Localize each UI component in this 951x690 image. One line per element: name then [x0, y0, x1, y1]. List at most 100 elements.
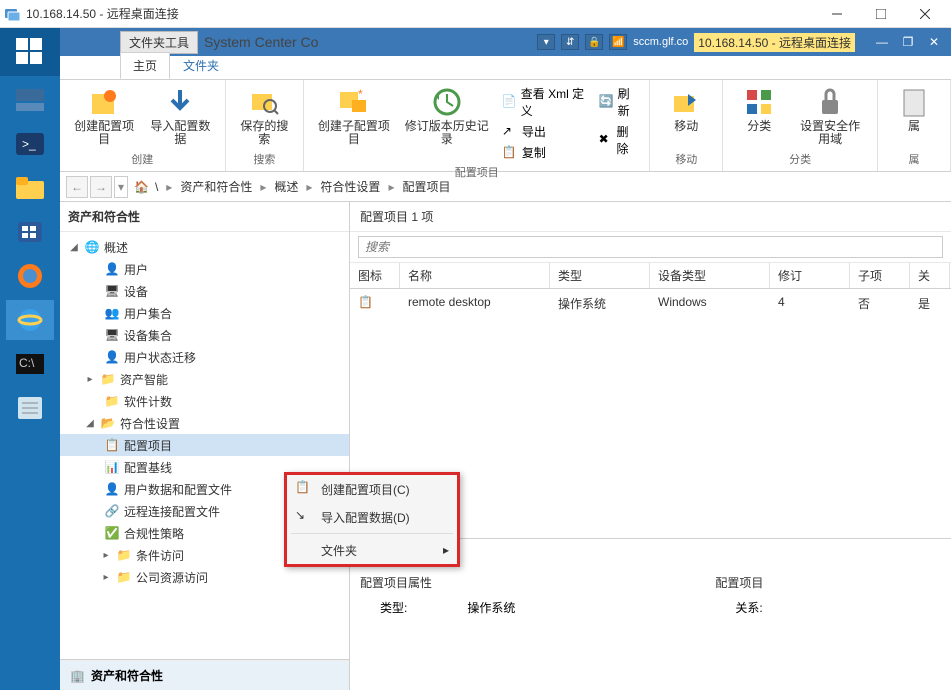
- tree-compliance[interactable]: ◢📂符合性设置: [60, 412, 349, 434]
- signal-icon[interactable]: 📶: [609, 34, 627, 50]
- xml-icon: 📄: [502, 94, 517, 110]
- col-icon[interactable]: 图标: [350, 263, 400, 288]
- view-xml-button[interactable]: 📄查看 Xml 定义: [498, 84, 591, 120]
- ctx-folder[interactable]: 文件夹▸: [287, 536, 457, 564]
- properties-button[interactable]: 属: [886, 84, 942, 149]
- bc-compliance[interactable]: 符合性设置: [320, 178, 380, 195]
- folder-tools-label: 文件夹工具: [120, 31, 198, 54]
- security-scope-button[interactable]: 设置安全作用域: [791, 84, 869, 149]
- refresh-button[interactable]: 🔄刷新: [595, 84, 642, 120]
- row-type: 操作系统: [550, 291, 650, 316]
- row-rev: 4: [770, 291, 850, 316]
- copy-button[interactable]: 📋复制: [498, 143, 591, 162]
- ie-icon[interactable]: [6, 300, 54, 340]
- mdi-minimize-button[interactable]: —: [869, 32, 895, 52]
- revision-history-button[interactable]: 修订版本历史记录: [400, 84, 494, 162]
- tree-user-collections[interactable]: 👥用户集合: [60, 302, 349, 324]
- copy-icon: 📋: [502, 145, 518, 161]
- row-rel: 是: [910, 291, 950, 316]
- tree-asset-intel[interactable]: ▸📁资产智能: [60, 368, 349, 390]
- nav-tree: ◢🌐概述 👤用户 🖥设备 👥用户集合 🖥设备集合 👤用户状态迁移 ▸📁资产智能 …: [60, 232, 349, 659]
- tree-devices[interactable]: 🖥设备: [60, 280, 349, 302]
- tab-home[interactable]: 主页: [120, 52, 170, 79]
- notepad-icon[interactable]: [6, 388, 54, 428]
- powershell-icon[interactable]: >_: [6, 124, 54, 164]
- col-child[interactable]: 子项: [850, 263, 910, 288]
- group-classify-label: 分类: [731, 149, 869, 167]
- search-icon: [248, 86, 280, 118]
- row-child: 否: [850, 291, 910, 316]
- col-type[interactable]: 类型: [550, 263, 650, 288]
- nav-history-button[interactable]: ▾: [114, 176, 128, 198]
- start-button[interactable]: [0, 28, 60, 76]
- bc-config[interactable]: 配置项目: [402, 178, 450, 195]
- group-props-label: 属: [886, 149, 942, 167]
- row-devtype: Windows: [650, 291, 770, 316]
- col-rel[interactable]: 关: [910, 263, 950, 288]
- tree-soft-meter[interactable]: 📁软件计数: [60, 390, 349, 412]
- close-button[interactable]: [903, 0, 947, 28]
- host-label: sccm.glf.co: [633, 36, 688, 48]
- maximize-button[interactable]: [859, 0, 903, 28]
- col-devtype[interactable]: 设备类型: [650, 263, 770, 288]
- classify-button[interactable]: 分类: [731, 84, 787, 149]
- import-icon: ↘: [295, 508, 313, 526]
- lock-icon[interactable]: 🔒: [585, 34, 603, 50]
- create-config-icon: [88, 86, 120, 118]
- explorer-icon[interactable]: [6, 168, 54, 208]
- search-input[interactable]: [358, 236, 943, 258]
- chevron-right-icon: ▸: [443, 543, 449, 557]
- tree-overview[interactable]: ◢🌐概述: [60, 236, 349, 258]
- table-row[interactable]: 📋 remote desktop 操作系统 Windows 4 否 是: [350, 289, 951, 318]
- row-icon: 📋: [350, 291, 400, 316]
- ctx-create-config[interactable]: 📋创建配置项目(C): [287, 475, 457, 503]
- delete-button[interactable]: ✖删除: [595, 122, 642, 158]
- import-icon: [164, 86, 196, 118]
- tree-user-state[interactable]: 👤用户状态迁移: [60, 346, 349, 368]
- detail-props2-label: 配置项目: [715, 574, 763, 591]
- saved-search-button[interactable]: 保存的搜索: [234, 84, 296, 149]
- move-button[interactable]: 移动: [658, 84, 714, 149]
- nav-back-button[interactable]: ←: [66, 176, 88, 198]
- detail-panel: 配置项目 1 项 图标 名称 类型 设备类型 修订 子项 关 📋 remote …: [350, 202, 951, 690]
- breadcrumb: ← → ▾ 🏠 \ ▸ 资产和符合性 ▸ 概述 ▸ 符合性设置 ▸ 配置项目: [60, 172, 951, 202]
- tree-device-collections[interactable]: 🖥设备集合: [60, 324, 349, 346]
- export-button[interactable]: ↗导出: [498, 122, 591, 141]
- import-config-button[interactable]: 导入配置数据: [144, 84, 216, 149]
- cmd-icon[interactable]: C:\: [6, 344, 54, 384]
- nav-workspace-assets[interactable]: 🏢资产和符合性: [60, 660, 349, 690]
- create-config-item-button[interactable]: 创建配置项目: [68, 84, 140, 149]
- mdi-restore-button[interactable]: ❐: [895, 32, 921, 52]
- create-icon: 📋: [295, 480, 313, 498]
- group-search-label: 搜索: [234, 149, 296, 167]
- sync-icon[interactable]: ⇵: [561, 34, 579, 50]
- properties-icon: [898, 86, 930, 118]
- detail-type-key: 类型:: [380, 599, 407, 616]
- tree-users[interactable]: 👤用户: [60, 258, 349, 280]
- bc-overview[interactable]: 概述: [274, 178, 298, 195]
- delete-icon: ✖: [599, 132, 613, 148]
- child-config-icon: *: [338, 86, 370, 118]
- tree-corp-res[interactable]: ▸📁公司资源访问: [60, 566, 349, 588]
- nav-forward-button[interactable]: →: [90, 176, 112, 198]
- server-manager-icon[interactable]: [6, 80, 54, 120]
- history-icon: [431, 86, 463, 118]
- breadcrumb-home-icon[interactable]: 🏠: [134, 180, 149, 194]
- nav-panel: 资产和符合性 ◢🌐概述 👤用户 🖥设备 👥用户集合 🖥设备集合 👤用户状态迁移 …: [60, 202, 350, 690]
- detail-props-label: 配置项目属性: [360, 574, 515, 591]
- tab-folder[interactable]: 文件夹: [170, 52, 232, 79]
- bc-assets[interactable]: 资产和符合性: [180, 178, 252, 195]
- sccm-icon[interactable]: [6, 212, 54, 252]
- col-rev[interactable]: 修订: [770, 263, 850, 288]
- bc-root[interactable]: \: [155, 180, 158, 194]
- pin-icon[interactable]: ▾: [537, 34, 555, 50]
- create-child-button[interactable]: * 创建子配置项目: [312, 84, 395, 162]
- minimize-button[interactable]: [815, 0, 859, 28]
- firefox-icon[interactable]: [6, 256, 54, 296]
- col-name[interactable]: 名称: [400, 263, 550, 288]
- assets-icon: 🏢: [70, 669, 85, 683]
- tree-config-items[interactable]: 📋配置项目: [60, 434, 349, 456]
- ctx-import-config[interactable]: ↘导入配置数据(D): [287, 503, 457, 531]
- svg-text:>_: >_: [22, 137, 36, 151]
- mdi-close-button[interactable]: ✕: [921, 32, 947, 52]
